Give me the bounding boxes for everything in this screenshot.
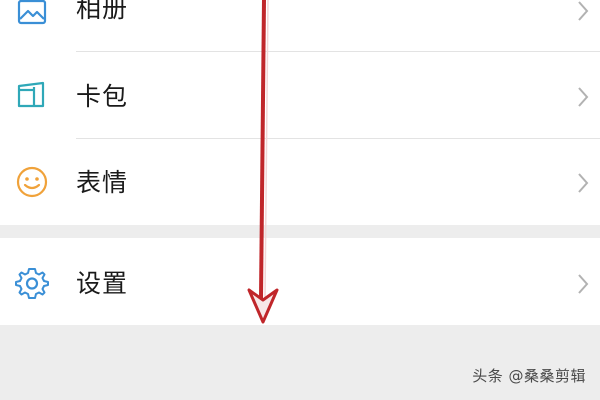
gear-icon bbox=[14, 265, 50, 301]
menu-item-label: 设置 bbox=[76, 269, 129, 298]
menu-item-label: 表情 bbox=[76, 168, 129, 197]
chevron-right-icon bbox=[576, 0, 590, 24]
screen: 相册 卡包 表情 设置 头条 @桑桑剪辑 bbox=[0, 0, 600, 400]
menu-item-label: 卡包 bbox=[76, 82, 129, 111]
watermark: 头条 @桑桑剪辑 bbox=[472, 367, 586, 385]
chevron-right-icon bbox=[576, 84, 590, 110]
chevron-right-icon bbox=[576, 271, 590, 297]
menu-item-stickers[interactable]: 表情 bbox=[0, 138, 600, 225]
menu-item-settings[interactable]: 设置 bbox=[0, 238, 600, 325]
album-icon bbox=[14, 0, 50, 30]
menu-item-label: 相册 bbox=[76, 0, 129, 23]
chevron-right-icon bbox=[576, 170, 590, 196]
card-wallet-icon bbox=[14, 77, 50, 113]
menu-item-album[interactable]: 相册 bbox=[0, 0, 600, 52]
smiley-icon bbox=[14, 164, 50, 200]
menu-item-cards[interactable]: 卡包 bbox=[0, 52, 600, 138]
